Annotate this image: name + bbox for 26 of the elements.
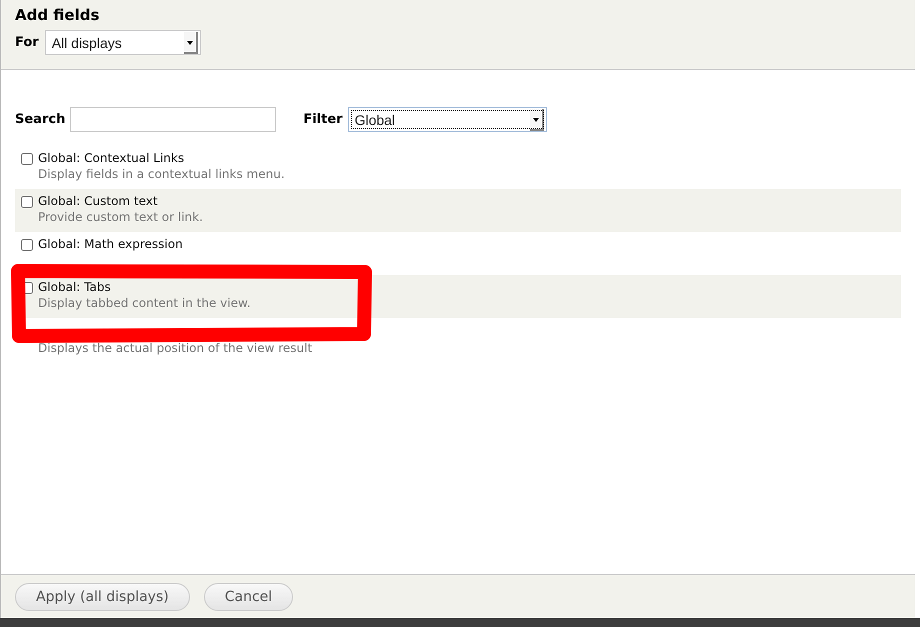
field-row[interactable]: Global: Math expression: [15, 232, 901, 275]
for-label: For: [15, 35, 39, 50]
search-label: Search: [15, 112, 66, 127]
field-description: Provide custom text or link.: [38, 210, 203, 224]
field-title: Global: Custom text: [38, 194, 159, 208]
field-row[interactable]: Global: Custom text Provide custom text or link.: [15, 189, 901, 232]
filter-select[interactable]: Global: [348, 107, 547, 132]
field-checkbox[interactable]: [21, 153, 33, 165]
field-description: Display fields in a contextual links menu.: [38, 167, 285, 181]
filter-label: Filter: [303, 112, 343, 127]
field-row[interactable]: Displays the actual position of the view result: [15, 318, 901, 361]
field-title: Global: Tabs: [38, 280, 112, 294]
field-description: Display tabbed content in the view.: [38, 296, 251, 310]
search-field[interactable]: [70, 107, 276, 132]
field-checkbox[interactable]: [21, 239, 33, 251]
field-checkbox[interactable]: [21, 196, 33, 208]
display-select[interactable]: All displays: [44, 30, 201, 55]
field-title: Global: Contextual Links: [38, 151, 186, 165]
caret-icon: [184, 32, 198, 54]
caret-icon: [530, 108, 544, 130]
dialog-title: Add fields: [15, 6, 100, 24]
field-title: Global: Math expression: [38, 237, 183, 251]
field-row[interactable]: Global: Contextual Links Display fields in a contextual links menu.: [15, 146, 901, 189]
apply-button[interactable]: Apply (all displays): [15, 582, 190, 610]
field-description: Displays the actual position of the view result: [38, 341, 312, 355]
cancel-button[interactable]: Cancel: [204, 582, 294, 610]
